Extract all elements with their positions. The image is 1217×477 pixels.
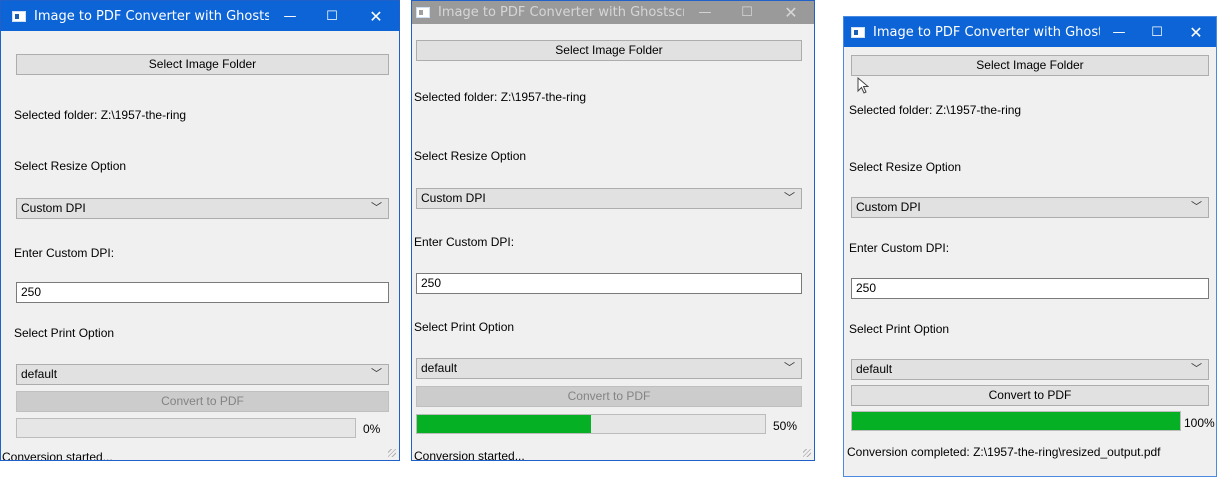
custom-dpi-label: Enter Custom DPI:: [14, 246, 115, 260]
custom-dpi-input[interactable]: 250: [16, 282, 389, 303]
status-label: Conversion started...: [414, 449, 525, 461]
print-option-dropdown[interactable]: default ﹀: [16, 364, 389, 385]
chevron-down-icon: ﹀: [784, 192, 795, 204]
close-button[interactable]: ✕: [768, 3, 814, 22]
status-label: Conversion completed: Z:\1957-the-ring\r…: [847, 445, 1161, 459]
progress-fill: [417, 415, 591, 433]
window-title: Image to PDF Converter with Ghostscript: [438, 5, 684, 20]
print-option-dropdown[interactable]: default ﹀: [416, 358, 802, 379]
mouse-pointer-icon: [857, 77, 869, 94]
print-option-label: Select Print Option: [414, 320, 515, 334]
progress-percent-label: 0%: [363, 422, 381, 436]
select-image-folder-button[interactable]: Select Image Folder: [851, 55, 1209, 76]
resize-option-label: Select Resize Option: [14, 159, 127, 173]
app-window-icon: [12, 10, 26, 22]
chevron-down-icon: ﹀: [1191, 363, 1202, 375]
converter-window-2: Image to PDF Converter with Ghostscript …: [411, 0, 815, 461]
close-button[interactable]: ✕: [1176, 23, 1216, 42]
selected-folder-label: Selected folder: Z:\1957-the-ring: [14, 108, 187, 122]
resize-option-dropdown[interactable]: Custom DPI ﹀: [16, 198, 389, 219]
chevron-down-icon: ﹀: [784, 362, 795, 374]
minimize-button[interactable]: —: [1100, 25, 1138, 40]
minimize-button[interactable]: —: [684, 5, 726, 20]
print-option-value: default: [21, 367, 58, 381]
progress-bar: [851, 411, 1181, 431]
progress-percent-label: 100%: [1184, 416, 1215, 430]
print-option-dropdown[interactable]: default ﹀: [851, 359, 1209, 380]
convert-to-pdf-button[interactable]: Convert to PDF: [16, 391, 389, 412]
app-window-icon: [851, 26, 865, 38]
status-label: Conversion started...: [2, 450, 113, 461]
converter-window-1: Image to PDF Converter with Ghostscript …: [0, 0, 400, 461]
resize-grip[interactable]: [388, 449, 396, 457]
chevron-down-icon: ﹀: [371, 368, 382, 380]
maximize-button[interactable]: ☐: [726, 5, 768, 20]
title-bar[interactable]: Image to PDF Converter with Ghostscript …: [844, 17, 1216, 47]
resize-option-value: Custom DPI: [856, 200, 921, 214]
custom-dpi-input[interactable]: 250: [851, 278, 1209, 299]
converter-window-3: Image to PDF Converter with Ghostscript …: [843, 16, 1217, 477]
resize-option-value: Custom DPI: [21, 201, 86, 215]
close-button[interactable]: ✕: [353, 7, 399, 26]
progress-bar: [16, 418, 356, 438]
custom-dpi-label: Enter Custom DPI:: [849, 241, 950, 255]
selected-folder-label: Selected folder: Z:\1957-the-ring: [414, 90, 587, 104]
title-bar[interactable]: Image to PDF Converter with Ghostscript …: [1, 1, 399, 31]
resize-option-dropdown[interactable]: Custom DPI ﹀: [851, 197, 1209, 218]
select-image-folder-button[interactable]: Select Image Folder: [416, 40, 802, 61]
print-option-value: default: [856, 362, 893, 376]
print-option-label: Select Print Option: [849, 322, 950, 336]
progress-percent-label: 50%: [773, 419, 798, 433]
window-title: Image to PDF Converter with Ghostscript: [34, 8, 269, 24]
resize-grip[interactable]: [803, 449, 811, 457]
resize-option-value: Custom DPI: [421, 191, 486, 205]
progress-bar: [416, 414, 766, 434]
print-option-value: default: [421, 361, 458, 375]
print-option-label: Select Print Option: [14, 326, 115, 340]
resize-option-label: Select Resize Option: [414, 149, 527, 163]
progress-fill: [852, 412, 1180, 430]
select-image-folder-button[interactable]: Select Image Folder: [16, 54, 389, 75]
maximize-button[interactable]: ☐: [1138, 25, 1176, 40]
chevron-down-icon: ﹀: [1191, 201, 1202, 213]
window-title: Image to PDF Converter with Ghostscript: [873, 24, 1100, 40]
chevron-down-icon: ﹀: [371, 202, 382, 214]
title-bar[interactable]: Image to PDF Converter with Ghostscript …: [412, 1, 814, 24]
minimize-button[interactable]: —: [269, 9, 311, 24]
resize-option-dropdown[interactable]: Custom DPI ﹀: [416, 188, 802, 209]
convert-to-pdf-button[interactable]: Convert to PDF: [851, 385, 1209, 406]
custom-dpi-input[interactable]: 250: [416, 273, 802, 294]
custom-dpi-label: Enter Custom DPI:: [414, 235, 515, 249]
app-window-icon: [416, 7, 430, 18]
maximize-button[interactable]: ☐: [311, 9, 353, 24]
convert-to-pdf-button[interactable]: Convert to PDF: [416, 386, 802, 407]
resize-option-label: Select Resize Option: [849, 160, 962, 174]
selected-folder-label: Selected folder: Z:\1957-the-ring: [849, 103, 1022, 117]
